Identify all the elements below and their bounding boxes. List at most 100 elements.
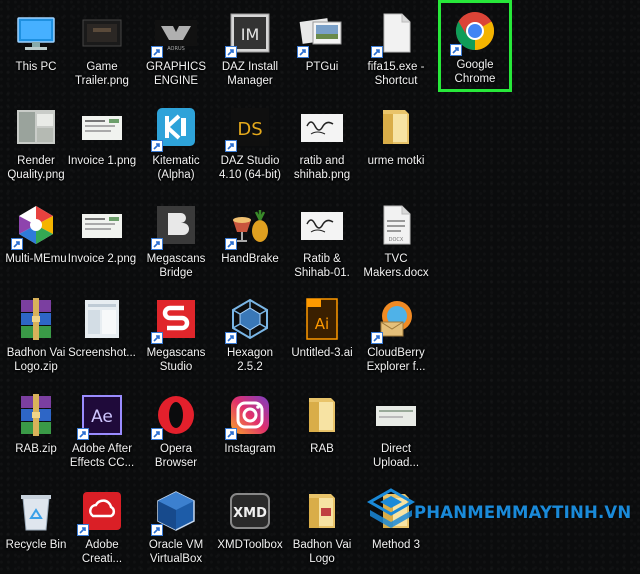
after-effects-icon: Ae — [77, 392, 125, 440]
phanmem-logo-icon — [364, 486, 418, 538]
hexagon-icon — [225, 296, 273, 344]
icon-label: Ratib & Shihab-01. — [294, 253, 350, 279]
desktop-icon-direct-upload[interactable]: Direct Upload... — [360, 386, 432, 478]
graphics-engine-icon: AORUS — [151, 10, 199, 58]
svg-text:AORUS: AORUS — [167, 46, 185, 52]
desktop-icon-screenshot[interactable]: Screenshot... — [66, 290, 138, 382]
desktop-icon-google-chrome[interactable]: Google Chrome — [438, 0, 512, 92]
shortcut-arrow-icon — [450, 44, 462, 56]
shortcut-arrow-icon — [11, 238, 23, 250]
creative-cloud-icon — [77, 488, 125, 536]
shortcut-arrow-icon — [151, 524, 163, 536]
image-file-icon — [299, 202, 345, 248]
folder-icon — [373, 104, 419, 150]
desktop-icon-adobe-creative-cloud[interactable]: Adobe Creati... — [66, 482, 138, 574]
icon-label: Invoice 1.png — [67, 155, 137, 167]
desktop-icon-tvc-makers-docx[interactable]: DOCX TVC Makers.docx — [360, 196, 432, 288]
this-pc-icon — [13, 10, 59, 56]
shortcut-arrow-icon — [151, 140, 163, 152]
icon-label: DAZ Install Manager — [221, 61, 279, 87]
desktop-icon-untitled-3-ai[interactable]: Ai Untitled-3.ai — [286, 290, 358, 382]
desktop-icon-opera[interactable]: Opera Browser — [140, 386, 212, 478]
illustrator-file-icon: Ai — [299, 296, 345, 342]
desktop-icon-kitematic[interactable]: Kitematic (Alpha) — [140, 98, 212, 190]
desktop-icon-megascans-studio[interactable]: Megascans Studio — [140, 290, 212, 382]
megascans-studio-icon — [151, 296, 199, 344]
desktop-icon-megascans-bridge[interactable]: Megascans Bridge — [140, 196, 212, 288]
desktop-icon-fifa15-shortcut[interactable]: fifa15.exe - Shortcut — [360, 4, 432, 96]
instagram-icon — [225, 392, 273, 440]
svg-text:Ai: Ai — [315, 315, 329, 333]
desktop-icon-ptgui[interactable]: PTGui — [286, 4, 358, 96]
desktop-icon-badhon-vai-logo-folder[interactable]: Badhon Vai Logo — [286, 482, 358, 574]
desktop-icon-cloudberry[interactable]: CloudBerry Explorer f... — [360, 290, 432, 382]
shortcut-arrow-icon — [77, 428, 89, 440]
icon-label: Megascans Studio — [146, 347, 206, 373]
svg-text:DS: DS — [237, 119, 262, 140]
icon-label: Untitled-3.ai — [291, 347, 353, 359]
shortcut-arrow-icon — [225, 332, 237, 344]
image-file-icon — [79, 296, 125, 342]
icon-label: Hexagon 2.5.2 — [226, 347, 274, 373]
shortcut-arrow-icon — [151, 428, 163, 440]
icon-label: TVC Makers.docx — [363, 253, 429, 279]
shortcut-arrow-icon — [225, 140, 237, 152]
image-file-icon — [13, 104, 59, 150]
winrar-icon — [13, 296, 59, 342]
ptgui-icon — [297, 10, 345, 58]
desktop-icon-graphics-engine[interactable]: AORUS GRAPHICS ENGINE — [140, 4, 212, 96]
icon-label: Screenshot... — [68, 347, 136, 359]
icon-label: PTGui — [305, 61, 339, 73]
icon-label: Megascans Bridge — [146, 253, 206, 279]
icon-label: RAB — [310, 443, 334, 455]
desktop-icon-daz-studio[interactable]: DS DAZ Studio 4.10 (64-bit) — [214, 98, 286, 190]
icon-label: XMDToolbox — [217, 539, 283, 551]
svg-text:IM: IM — [241, 25, 260, 44]
shortcut-arrow-icon — [151, 238, 163, 250]
icon-label: HandBrake — [221, 253, 279, 265]
desktop-icon-ratib-and-shihab[interactable]: ratib and shihab.png — [286, 98, 358, 190]
desktop-icon-invoice-1[interactable]: Invoice 1.png — [66, 98, 138, 190]
kitematic-icon — [151, 104, 199, 152]
icon-label: CloudBerry Explorer f... — [366, 347, 426, 373]
icon-label: fifa15.exe - Shortcut — [367, 61, 425, 87]
desktop-icon-multi-memu[interactable]: Multi-MEmu — [0, 196, 72, 288]
icon-label: Oracle VM VirtualBox — [148, 539, 204, 565]
cloudberry-icon — [371, 296, 419, 344]
desktop-icon-instagram[interactable]: Instagram — [214, 386, 286, 478]
shortcut-arrow-icon — [297, 46, 309, 58]
icon-label: Invoice 2.png — [67, 253, 137, 265]
desktop-icon-badhon-vai-logo-zip[interactable]: Badhon Vai Logo.zip — [0, 290, 72, 382]
svg-text:DOCX: DOCX — [389, 237, 404, 243]
desktop-icon-ratib-shihab-01[interactable]: Ratib & Shihab-01. — [286, 196, 358, 288]
daz-install-manager-icon: IM — [225, 10, 273, 58]
icon-label: Google Chrome — [454, 59, 496, 85]
shortcut-arrow-icon — [225, 428, 237, 440]
winrar-icon — [13, 392, 59, 438]
desktop-icon-urme-motki[interactable]: urme motki — [360, 98, 432, 190]
docx-file-icon: DOCX — [373, 202, 419, 248]
image-file-icon — [79, 104, 125, 150]
recycle-bin-icon — [13, 488, 59, 534]
desktop-icon-xmd-toolbox[interactable]: XMD XMDToolbox — [214, 482, 286, 574]
desktop-icon-handbrake[interactable]: HandBrake — [214, 196, 286, 288]
desktop-icon-render-quality[interactable]: Render Quality.png — [0, 98, 72, 190]
desktop-icon-hexagon[interactable]: Hexagon 2.5.2 — [214, 290, 286, 382]
svg-text:XMD: XMD — [233, 506, 267, 521]
desktop-icon-game-trailer[interactable]: Game Trailer.png — [66, 4, 138, 96]
desktop-icon-virtualbox[interactable]: Oracle VM VirtualBox — [140, 482, 212, 574]
xmd-toolbox-icon: XMD — [227, 488, 273, 534]
shortcut-arrow-icon — [77, 524, 89, 536]
icon-label: Instagram — [224, 443, 276, 455]
watermark-text: PHANMEMMAYTINH.VN — [414, 502, 632, 522]
desktop-icon-rab-folder[interactable]: RAB — [286, 386, 358, 478]
desktop-icon-invoice-2[interactable]: Invoice 2.png — [66, 196, 138, 288]
shortcut-arrow-icon — [225, 46, 237, 58]
icon-label: urme motki — [367, 155, 425, 167]
desktop-icon-after-effects[interactable]: Ae Adobe After Effects CC... — [66, 386, 138, 478]
desktop-icon-daz-install-manager[interactable]: IM DAZ Install Manager — [214, 4, 286, 96]
opera-icon — [151, 392, 199, 440]
shortcut-arrow-icon — [151, 332, 163, 344]
virtualbox-icon — [151, 488, 199, 536]
icon-label: DAZ Studio 4.10 (64-bit) — [218, 155, 281, 181]
